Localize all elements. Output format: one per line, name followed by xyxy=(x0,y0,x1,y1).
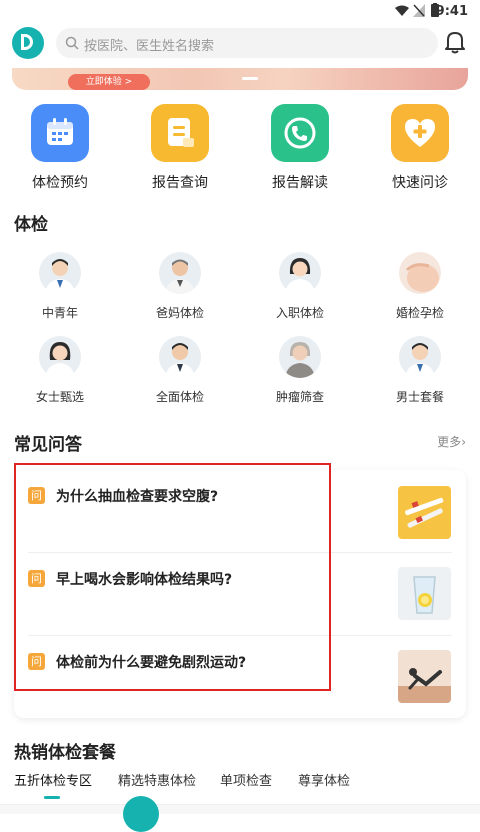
quick-action-checkup-booking[interactable]: 体检预约 xyxy=(0,104,120,192)
highlight-annotation-box xyxy=(14,463,331,691)
faq-section-title: 常见问答 xyxy=(14,435,82,455)
bell-icon[interactable] xyxy=(444,30,466,54)
wifi-icon xyxy=(395,5,409,16)
category-label: 男士套餐 xyxy=(395,390,444,404)
hospital-logo-icon[interactable] xyxy=(12,27,44,59)
category-label: 婚检孕检 xyxy=(395,306,444,320)
home-fab-icon[interactable] xyxy=(123,796,159,832)
category-label: 中青年 xyxy=(41,306,78,320)
report-icon xyxy=(151,104,209,162)
tab-half-price[interactable]: 五折体检专区 xyxy=(14,770,92,789)
category-label: 肿瘤筛查 xyxy=(275,390,324,404)
heart-plus-icon xyxy=(391,104,449,162)
category-tumor-screening[interactable]: 肿瘤筛查 xyxy=(240,336,360,405)
category-men-package[interactable]: 男士套餐 xyxy=(360,336,480,405)
doctor-avatar xyxy=(159,252,201,294)
blood-test-thumbnail xyxy=(398,486,451,539)
doctor-avatar xyxy=(399,336,441,378)
category-premarital-pregnancy[interactable]: 婚检孕检 xyxy=(360,252,480,321)
banner-pager-dot xyxy=(242,77,258,80)
category-full-checkup[interactable]: 全面体检 xyxy=(120,336,240,405)
phone-icon xyxy=(271,104,329,162)
water-glass-thumbnail xyxy=(398,567,451,620)
category-young-adult[interactable]: 中青年 xyxy=(0,252,120,321)
quick-action-label: 报告查询 xyxy=(152,175,208,191)
quick-action-report-query[interactable]: 报告查询 xyxy=(120,104,240,192)
pregnancy-avatar xyxy=(399,252,441,294)
tab-featured-deals[interactable]: 精选特惠体检 xyxy=(118,770,196,789)
category-label: 女士甄选 xyxy=(35,390,84,404)
category-label: 爸妈体检 xyxy=(155,306,204,320)
calendar-icon xyxy=(31,104,89,162)
doctor-avatar xyxy=(279,252,321,294)
category-parents-checkup[interactable]: 爸妈体检 xyxy=(120,252,240,321)
doctor-avatar xyxy=(159,336,201,378)
quick-action-label: 体检预约 xyxy=(32,175,88,191)
elder-avatar xyxy=(279,336,321,378)
quick-action-label: 快速问诊 xyxy=(392,175,448,191)
promo-banner[interactable]: 立即体验 > xyxy=(12,68,468,90)
search-input[interactable]: 按医院、医生姓名搜索 xyxy=(56,28,438,58)
signal-icon xyxy=(413,4,425,17)
doctor-avatar xyxy=(39,336,81,378)
doctor-avatar xyxy=(39,252,81,294)
tab-indicator xyxy=(44,796,60,799)
category-label: 入职体检 xyxy=(275,306,324,320)
status-bar: 9:41 xyxy=(0,0,480,24)
faq-more-label: 更多 xyxy=(437,435,462,449)
search-icon xyxy=(65,36,79,50)
status-time: 9:41 xyxy=(435,4,468,19)
quick-action-report-interpretation[interactable]: 报告解读 xyxy=(240,104,360,192)
quick-action-label: 报告解读 xyxy=(272,175,328,191)
faq-more-link[interactable]: 更多› xyxy=(437,433,466,450)
search-placeholder: 按医院、医生姓名搜索 xyxy=(84,39,215,54)
category-employment-checkup[interactable]: 入职体检 xyxy=(240,252,360,321)
tab-premium[interactable]: 尊享体检 xyxy=(298,770,350,789)
quick-action-quick-consult[interactable]: 快速问诊 xyxy=(360,104,480,192)
exercise-thumbnail xyxy=(398,650,451,703)
banner-button[interactable]: 立即体验 > xyxy=(68,74,150,90)
hot-packages-title: 热销体检套餐 xyxy=(14,743,116,763)
tab-single-item[interactable]: 单项检查 xyxy=(220,770,272,789)
chevron-right-icon: › xyxy=(461,435,466,449)
checkup-section-title: 体检 xyxy=(14,215,48,235)
category-women-selection[interactable]: 女士甄选 xyxy=(0,336,120,405)
category-label: 全面体检 xyxy=(155,390,204,404)
